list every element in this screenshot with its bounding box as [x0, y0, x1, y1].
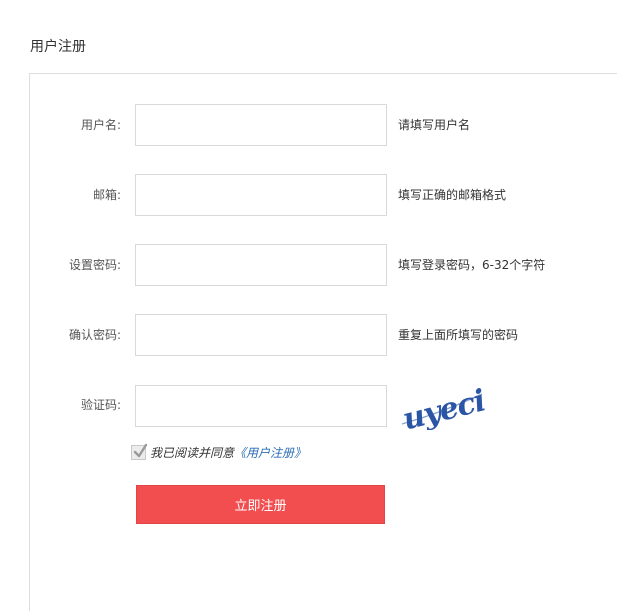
password-input[interactable] — [135, 244, 387, 286]
password-hint: 填写登录密码，6-32个字符 — [398, 258, 546, 272]
register-button[interactable]: 立即注册 — [136, 485, 385, 524]
confirm-password-hint: 重复上面所填写的密码 — [398, 328, 519, 342]
username-input[interactable] — [135, 104, 387, 146]
check-icon — [133, 443, 147, 457]
agreement-text: 我已阅读并同意 — [150, 445, 235, 460]
username-label: 用户名: — [80, 118, 121, 132]
agree-checkbox[interactable] — [131, 443, 147, 460]
email-hint: 填写正确的邮箱格式 — [398, 188, 507, 202]
agreement-row: 我已阅读并同意 《用户注册》 — [131, 443, 306, 461]
email-label: 邮箱: — [92, 188, 121, 202]
user-agreement-link[interactable]: 《用户注册》 — [234, 444, 306, 461]
captcha-label: 验证码: — [80, 398, 121, 412]
email-input[interactable] — [135, 174, 387, 216]
captcha-input[interactable] — [135, 385, 387, 427]
password-label: 设置密码: — [68, 258, 121, 272]
page-title: 用户注册 — [30, 39, 86, 55]
confirm-password-label: 确认密码: — [68, 328, 121, 342]
username-hint: 请填写用户名 — [398, 118, 471, 132]
captcha-image[interactable]: uyeci — [398, 380, 488, 430]
captcha-text: uyeci — [399, 383, 488, 430]
confirm-password-input[interactable] — [135, 314, 387, 356]
